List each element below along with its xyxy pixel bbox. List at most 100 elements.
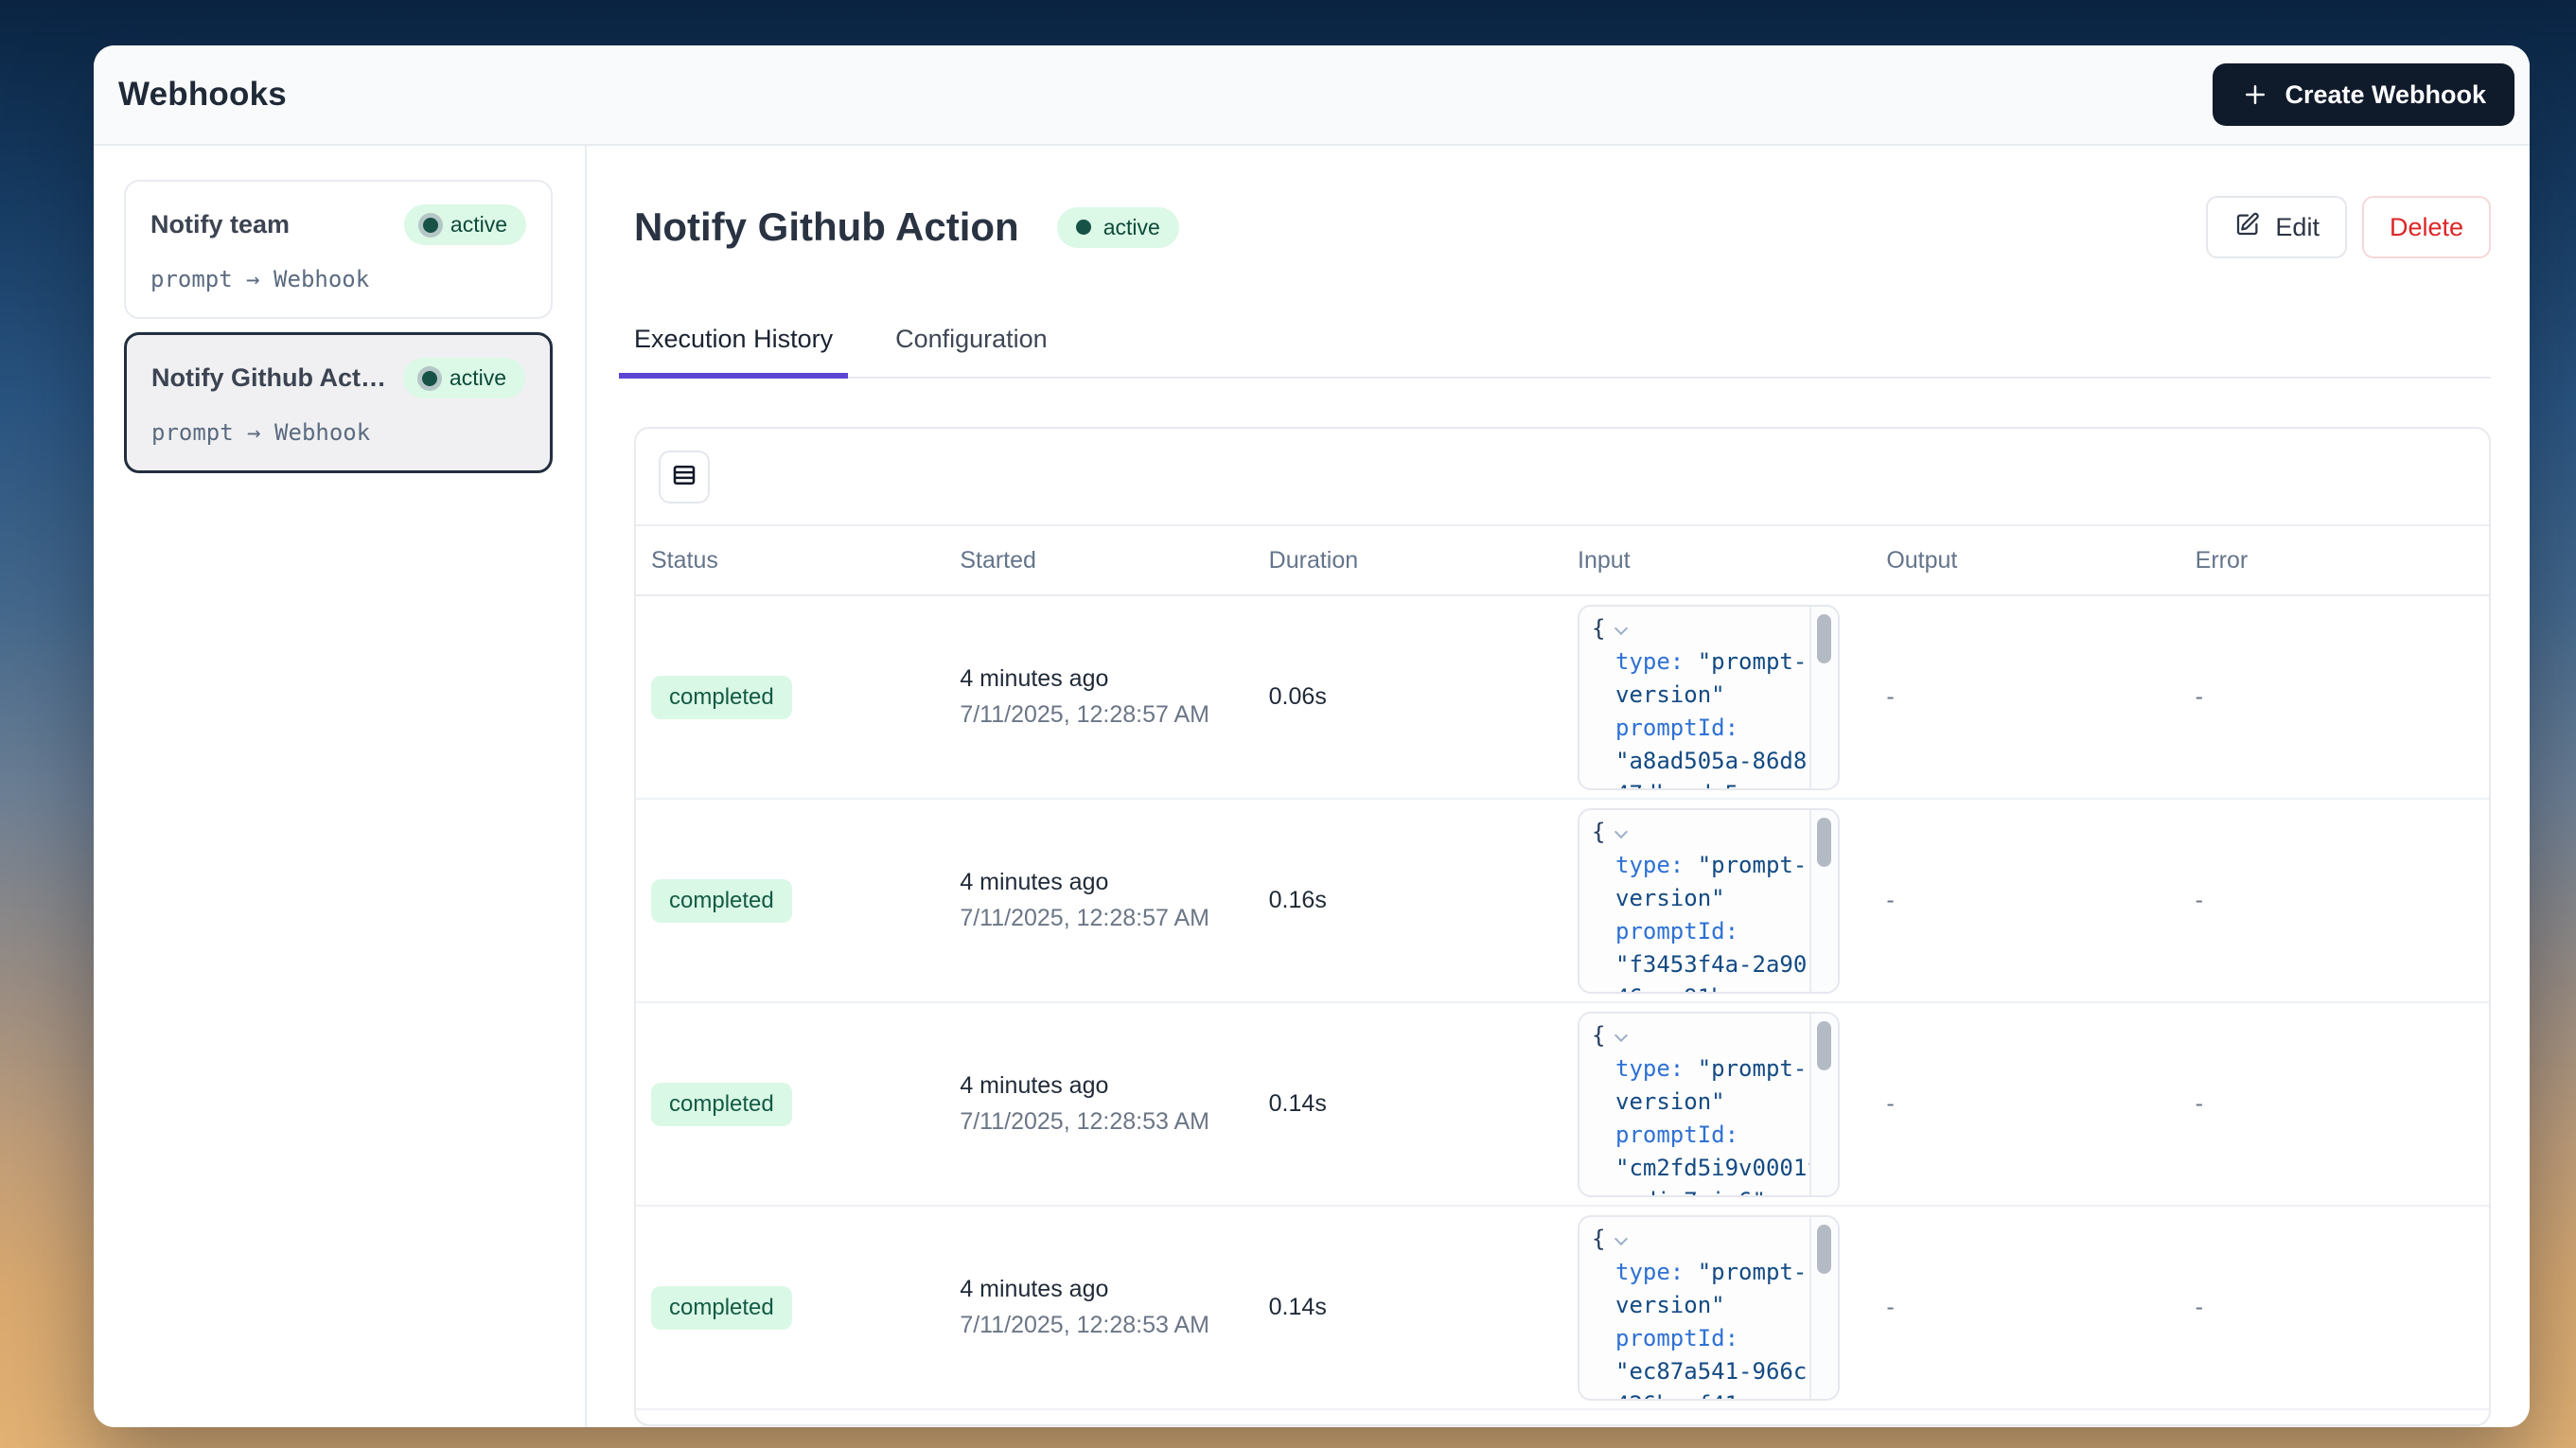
output-cell: - [1871, 887, 2179, 914]
execution-table-body: completed 4 minutes ago 7/11/2025, 12:28… [636, 596, 2489, 1410]
column-header-error: Error [2180, 547, 2489, 574]
started-cell: 4 minutes ago 7/11/2025, 12:28:57 AM [944, 869, 1253, 932]
input-json-viewer[interactable]: {type: "prompt-version"promptId:"cm2fd5i… [1578, 1012, 1840, 1197]
started-relative: 4 minutes ago [960, 1276, 1253, 1303]
edit-button[interactable]: Edit [2206, 196, 2347, 258]
started-relative: 4 minutes ago [960, 869, 1253, 896]
status-cell: completed [636, 676, 944, 719]
create-webhook-button[interactable]: Create Webhook [2213, 63, 2514, 126]
status-badge: completed [651, 879, 792, 923]
status-badge: completed [651, 676, 792, 719]
started-absolute: 7/11/2025, 12:28:57 AM [960, 905, 1253, 932]
edit-label: Edit [2275, 213, 2320, 242]
started-absolute: 7/11/2025, 12:28:57 AM [960, 701, 1253, 729]
scrollbar-thumb[interactable] [1817, 1021, 1831, 1070]
column-header-input: Input [1562, 547, 1871, 574]
error-cell: - [2180, 683, 2489, 711]
started-relative: 4 minutes ago [960, 1072, 1253, 1100]
scrollbar[interactable] [1809, 1217, 1838, 1399]
input-cell: {type: "prompt-version"promptId:"a8ad505… [1562, 605, 1871, 790]
output-cell: - [1871, 1294, 2179, 1321]
table-rows-icon [670, 461, 698, 492]
active-dot-icon [1076, 220, 1091, 235]
page-title: Notify Github Action [634, 204, 1019, 250]
tab-bar: Execution History Configuration [634, 325, 2491, 379]
plus-icon [2241, 80, 2269, 109]
status-cell: completed [636, 879, 944, 923]
window-header: Webhooks Create Webhook [94, 45, 2530, 146]
scrollbar-thumb[interactable] [1817, 818, 1831, 867]
execution-history-table: Status Started Duration Input Output Err… [634, 427, 2491, 1426]
pencil-square-icon [2233, 210, 2262, 245]
input-cell: {type: "prompt-version"promptId:"f3453f4… [1562, 808, 1871, 994]
webhooks-window: Webhooks Create Webhook Notify team acti… [94, 45, 2530, 1427]
chevron-down-icon[interactable] [1614, 621, 1628, 634]
output-cell: - [1871, 1090, 2179, 1118]
main-panel: Notify Github Action active [587, 146, 2530, 1427]
json-content: {type: "prompt-version"promptId:"ec87a54… [1579, 1223, 1808, 1401]
table-header-row: Status Started Duration Input Output Err… [636, 526, 2489, 596]
sidebar: Notify team active prompt → Webhook Noti… [94, 146, 587, 1427]
status-badge: completed [651, 1083, 792, 1126]
chevron-down-icon[interactable] [1614, 824, 1628, 838]
column-header-status: Status [636, 547, 944, 574]
scrollbar-thumb[interactable] [1817, 1225, 1831, 1274]
status-badge: active [1057, 207, 1179, 248]
webhook-name: Notify Github Action [151, 363, 390, 393]
started-cell: 4 minutes ago 7/11/2025, 12:28:53 AM [944, 1072, 1253, 1136]
input-cell: {type: "prompt-version"promptId:"cm2fd5i… [1562, 1012, 1871, 1197]
column-header-duration: Duration [1254, 547, 1562, 574]
status-cell: completed [636, 1286, 944, 1330]
sidebar-item-notify-github-action[interactable]: Notify Github Action active prompt → Web… [124, 332, 553, 473]
status-badge: completed [651, 1286, 792, 1330]
create-webhook-label: Create Webhook [2285, 80, 2486, 110]
column-header-output: Output [1871, 547, 2179, 574]
table-row: completed 4 minutes ago 7/11/2025, 12:28… [636, 1003, 2489, 1207]
duration-cell: 0.14s [1254, 1294, 1562, 1321]
table-row: completed 4 minutes ago 7/11/2025, 12:28… [636, 596, 2489, 800]
scrollbar[interactable] [1809, 1014, 1838, 1195]
chevron-down-icon[interactable] [1614, 1231, 1628, 1245]
json-content: {type: "prompt-version"promptId:"cm2fd5i… [1579, 1019, 1808, 1197]
app-title: Webhooks [118, 76, 287, 114]
error-cell: - [2180, 887, 2489, 914]
status-cell: completed [636, 1083, 944, 1126]
started-cell: 4 minutes ago 7/11/2025, 12:28:57 AM [944, 665, 1253, 729]
webhook-name: Notify team [150, 210, 290, 239]
started-absolute: 7/11/2025, 12:28:53 AM [960, 1108, 1253, 1136]
active-dot-icon [422, 371, 437, 386]
input-json-viewer[interactable]: {type: "prompt-version"promptId:"a8ad505… [1578, 605, 1840, 790]
json-content: {type: "prompt-version"promptId:"a8ad505… [1579, 612, 1808, 790]
column-header-started: Started [944, 547, 1253, 574]
tab-configuration[interactable]: Configuration [880, 325, 1063, 377]
active-dot-icon [423, 218, 438, 233]
duration-cell: 0.16s [1254, 887, 1562, 914]
sidebar-item-notify-team[interactable]: Notify team active prompt → Webhook [124, 180, 553, 319]
table-row: completed 4 minutes ago 7/11/2025, 12:28… [636, 1207, 2489, 1410]
chevron-down-icon[interactable] [1614, 1028, 1628, 1041]
started-cell: 4 minutes ago 7/11/2025, 12:28:53 AM [944, 1276, 1253, 1339]
error-cell: - [2180, 1294, 2489, 1321]
row-view-toggle-button[interactable] [659, 450, 710, 503]
started-absolute: 7/11/2025, 12:28:53 AM [960, 1312, 1253, 1339]
table-row: completed 4 minutes ago 7/11/2025, 12:28… [636, 800, 2489, 1003]
status-badge: active [404, 204, 526, 245]
error-cell: - [2180, 1090, 2489, 1118]
scrollbar[interactable] [1809, 810, 1838, 992]
table-toolbar [636, 429, 2489, 526]
json-content: {type: "prompt-version"promptId:"f3453f4… [1579, 816, 1808, 994]
scrollbar[interactable] [1809, 607, 1838, 788]
started-relative: 4 minutes ago [960, 665, 1253, 693]
duration-cell: 0.14s [1254, 1090, 1562, 1118]
delete-button[interactable]: Delete [2362, 196, 2491, 258]
input-json-viewer[interactable]: {type: "prompt-version"promptId:"f3453f4… [1578, 808, 1840, 994]
tab-execution-history[interactable]: Execution History [619, 325, 848, 379]
webhook-route: prompt → Webhook [151, 419, 525, 446]
input-cell: {type: "prompt-version"promptId:"ec87a54… [1562, 1215, 1871, 1401]
scrollbar-thumb[interactable] [1817, 614, 1831, 663]
status-badge: active [403, 358, 525, 398]
output-cell: - [1871, 683, 2179, 711]
duration-cell: 0.06s [1254, 683, 1562, 711]
input-json-viewer[interactable]: {type: "prompt-version"promptId:"ec87a54… [1578, 1215, 1840, 1401]
webhook-route: prompt → Webhook [150, 266, 526, 292]
